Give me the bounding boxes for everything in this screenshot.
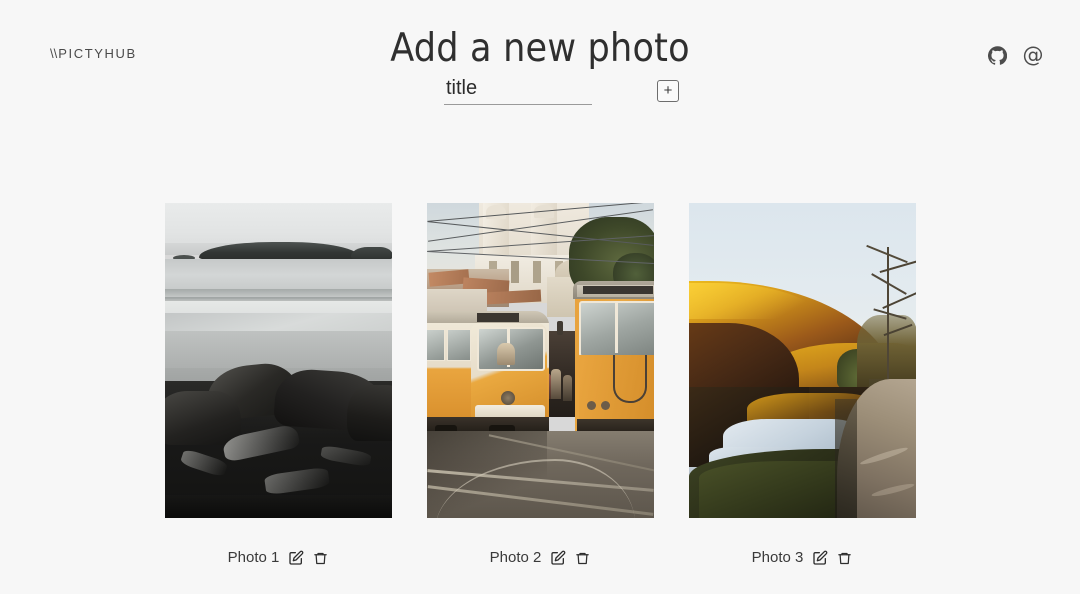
- at-icon: @: [1022, 42, 1044, 67]
- photo-card: Photo 3: [689, 203, 916, 567]
- brand-logo[interactable]: \\ PICTYHUB: [50, 46, 137, 61]
- page-title: Add a new photo: [390, 26, 690, 72]
- trash-icon[interactable]: [836, 550, 853, 567]
- contact-link[interactable]: @: [1022, 44, 1044, 66]
- photo-thumbnail[interactable]: [689, 203, 916, 518]
- photo-caption: Photo 2: [490, 549, 592, 567]
- add-photo-button[interactable]: +: [657, 79, 679, 102]
- photo-thumbnail[interactable]: [427, 203, 654, 518]
- edit-icon[interactable]: [287, 550, 304, 567]
- photo-gallery: Photo 1 Photo 2 Photo 3: [165, 203, 916, 567]
- trash-icon[interactable]: [574, 550, 591, 567]
- github-link[interactable]: [986, 44, 1008, 66]
- photo-card: Photo 2: [427, 203, 654, 567]
- photo-thumbnail[interactable]: [165, 203, 392, 518]
- photo-title: Photo 1: [227, 549, 280, 566]
- github-icon: [987, 45, 1007, 65]
- photo-card: Photo 1: [165, 203, 392, 567]
- photo-caption: Photo 3: [752, 549, 854, 567]
- photo-title: Photo 2: [489, 549, 542, 566]
- photo-title: Photo 3: [751, 549, 804, 566]
- edit-icon[interactable]: [549, 550, 566, 567]
- trash-icon[interactable]: [312, 550, 329, 567]
- brand-slashes: \\: [50, 46, 58, 61]
- header-links: @: [986, 44, 1044, 66]
- add-photo-form: +: [444, 76, 679, 105]
- title-input[interactable]: [444, 76, 592, 105]
- brand-name: PICTYHUB: [58, 46, 137, 61]
- photo-caption: Photo 1: [228, 549, 330, 567]
- edit-icon[interactable]: [811, 550, 828, 567]
